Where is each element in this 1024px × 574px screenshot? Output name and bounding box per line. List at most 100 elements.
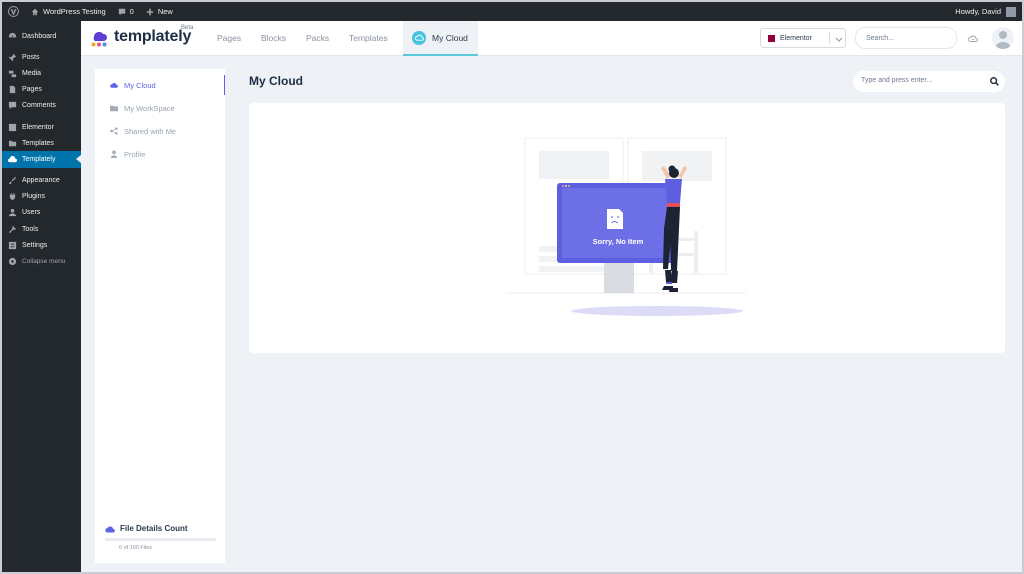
chevron-down-icon xyxy=(835,37,843,42)
nav-label: My WorkSpace xyxy=(124,103,175,113)
sidebar-item-label: Posts xyxy=(22,53,40,61)
site-name: WordPress Testing xyxy=(43,7,106,16)
sidebar-item-appearance[interactable]: Appearance xyxy=(2,173,81,189)
page-title: My Cloud xyxy=(249,74,303,88)
wrench-icon xyxy=(8,225,17,233)
sidebar-item-label: Appearance xyxy=(22,177,60,185)
nav-my-cloud[interactable]: My Cloud xyxy=(95,75,225,95)
templately-logo-icon xyxy=(91,32,108,47)
sidebar-item-media[interactable]: Media xyxy=(2,65,81,81)
user-icon xyxy=(110,150,118,158)
sidebar-item-label: Media xyxy=(22,69,42,77)
sidebar-item-plugins[interactable]: Plugins xyxy=(2,189,81,205)
elementor-icon xyxy=(768,34,775,42)
tab-my-cloud[interactable]: My Cloud xyxy=(403,21,478,56)
sidebar-item-label: Dashboard xyxy=(22,32,57,40)
share-icon xyxy=(110,127,118,135)
templately-icon xyxy=(8,155,17,163)
cloud-content-area: Sorry, No Item xyxy=(249,103,1005,353)
sidebar-item-label: Users xyxy=(22,209,41,217)
elementor-icon xyxy=(8,123,17,131)
settings-icon xyxy=(8,241,17,249)
wordpress-logo-icon[interactable] xyxy=(2,2,25,21)
sidebar-item-label: Comments xyxy=(22,102,56,110)
empty-state-message: Sorry, No Item xyxy=(592,237,644,246)
collapse-menu-button[interactable]: Collapse menu xyxy=(2,253,81,269)
nav-label: Shared with Me xyxy=(124,126,177,136)
comment-bubble-icon xyxy=(118,8,125,15)
sidebar-item-label: Pages xyxy=(22,86,42,94)
collapse-menu-label: Collapse menu xyxy=(22,258,66,266)
plug-icon xyxy=(9,193,16,201)
new-label: New xyxy=(157,7,173,16)
home-icon xyxy=(31,8,39,15)
admin-sidebar: Dashboard Posts Media Pages Comments Ele… xyxy=(2,21,81,572)
sidebar-item-elementor[interactable]: Elementor xyxy=(2,119,81,135)
sidebar-item-dashboard[interactable]: Dashboard xyxy=(2,28,81,44)
sidebar-item-tools[interactable]: Tools xyxy=(2,221,81,237)
nav-label: My Cloud xyxy=(124,80,156,90)
collapse-arrow-icon xyxy=(8,257,17,266)
new-content-link[interactable]: New xyxy=(140,2,179,21)
comments-link[interactable]: 0 xyxy=(112,2,140,21)
admin-menu: Dashboard Posts Media Pages Comments Ele… xyxy=(2,21,81,270)
users-icon xyxy=(8,209,17,217)
my-account-link[interactable]: Howdy, David xyxy=(949,2,1022,21)
cloud-search-input[interactable]: Type and press enter... xyxy=(853,71,1005,92)
dashboard-icon xyxy=(8,32,17,37)
beta-badge: Beta xyxy=(181,25,194,31)
pages-icon xyxy=(9,86,16,94)
cloud-icon xyxy=(412,30,426,45)
file-details-title: File Details Count xyxy=(120,524,188,533)
avatar-small xyxy=(1006,6,1016,17)
sidebar-item-settings[interactable]: Settings xyxy=(2,237,81,253)
sidebar-item-label: Elementor xyxy=(22,123,54,131)
comments-count: 0 xyxy=(129,7,134,16)
sidebar-item-label: Settings xyxy=(22,241,48,249)
app-window: WordPress Testing 0 New Howdy, David Das… xyxy=(0,0,1024,574)
comments-icon xyxy=(8,102,17,110)
folder-icon xyxy=(8,140,17,146)
sidebar-item-label: Plugins xyxy=(22,193,45,201)
search-input[interactable]: Search... xyxy=(855,27,957,49)
user-avatar-icon xyxy=(995,31,1011,49)
sidebar-item-users[interactable]: Users xyxy=(2,205,81,221)
file-usage-bar xyxy=(105,538,216,541)
plus-icon xyxy=(146,8,154,15)
nav-profile[interactable]: Profile xyxy=(95,144,225,164)
file-details-header: File Details Count xyxy=(105,524,220,533)
tab-my-cloud-label: My Cloud xyxy=(432,32,468,43)
user-avatar[interactable] xyxy=(992,27,1014,49)
howdy-text: Howdy, David xyxy=(955,7,1001,16)
media-icon xyxy=(8,70,17,78)
file-count-text: 0 of 100 Files xyxy=(119,545,153,551)
sidebar-item-templates[interactable]: Templates xyxy=(2,135,81,151)
sidebar-item-posts[interactable]: Posts xyxy=(2,49,81,65)
nav-my-workspace[interactable]: My WorkSpace xyxy=(95,98,225,118)
cloud-navigation-panel: My Cloud My WorkSpace Shared with Me Pro… xyxy=(95,69,225,563)
tab-packs[interactable]: Packs xyxy=(306,21,329,55)
empty-state-illustration xyxy=(506,137,746,316)
sidebar-item-label: Templates xyxy=(22,139,54,147)
platform-select[interactable]: Elementor xyxy=(760,28,846,48)
sidebar-item-pages[interactable]: Pages xyxy=(2,82,81,98)
cloud-icon xyxy=(110,82,118,88)
file-details-count: File Details Count 0 of 100 Files xyxy=(105,524,220,551)
templately-logo[interactable]: templately Beta xyxy=(89,25,194,47)
pin-icon xyxy=(8,53,17,61)
brush-icon xyxy=(8,176,17,185)
sidebar-item-templately[interactable]: Templately xyxy=(2,151,81,168)
logo-text: templately xyxy=(114,28,192,45)
tab-templates[interactable]: Templates xyxy=(349,21,388,55)
templately-header: templately Beta Pages Blocks Packs Templ… xyxy=(81,21,1022,56)
search-icon[interactable] xyxy=(989,76,1000,87)
cloud-search-placeholder: Type and press enter... xyxy=(861,77,933,84)
site-name-link[interactable]: WordPress Testing xyxy=(25,2,112,21)
tab-pages[interactable]: Pages xyxy=(217,21,241,55)
tab-blocks[interactable]: Blocks xyxy=(261,21,286,55)
nav-label: Profile xyxy=(124,149,146,159)
nav-shared-with-me[interactable]: Shared with Me xyxy=(95,121,225,141)
sidebar-item-comments[interactable]: Comments xyxy=(2,98,81,114)
cloud-sync-icon[interactable] xyxy=(968,34,978,42)
admin-bar: WordPress Testing 0 New Howdy, David xyxy=(2,2,1022,21)
